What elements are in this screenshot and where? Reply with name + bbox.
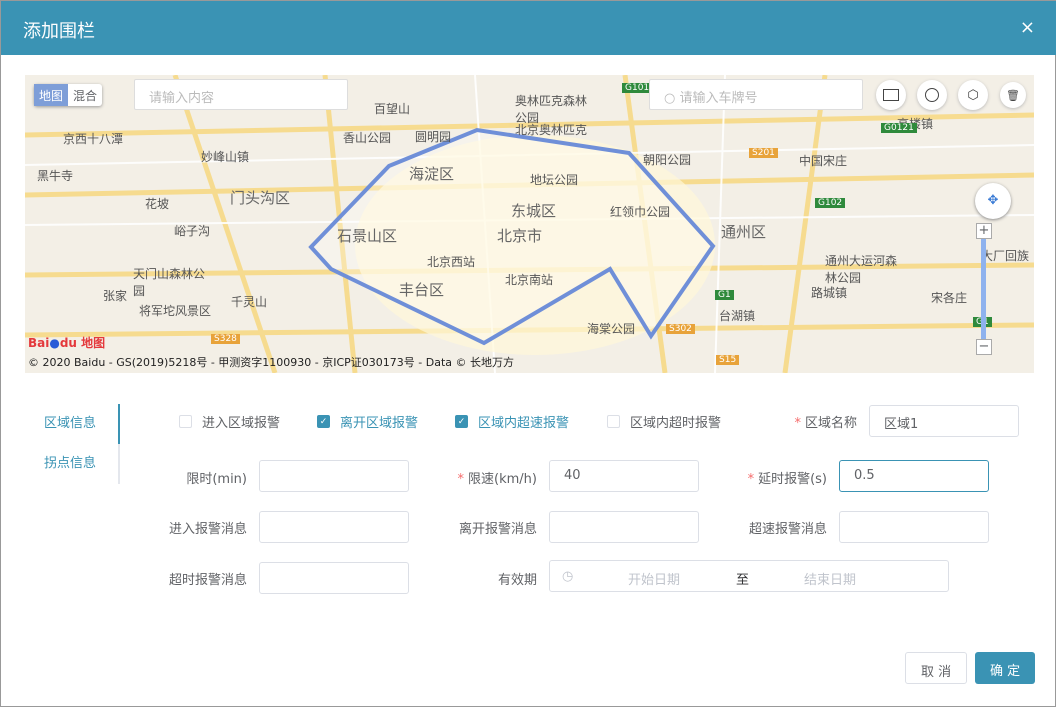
dialog-title: 添加围栏: [23, 21, 95, 42]
enter-msg-label: 进入报警消息: [168, 522, 247, 537]
zoom-slider[interactable]: [981, 239, 986, 339]
tab-corner-info[interactable]: 拐点信息: [25, 444, 121, 484]
map-place-label: 路城镇: [811, 286, 848, 300]
road-sign: S328: [211, 334, 240, 344]
speed-limit-label: * 限速(km/h): [457, 472, 537, 487]
valid-period-label: 有效期: [497, 573, 537, 588]
road-sign: S201: [749, 148, 778, 158]
time-limit-input[interactable]: [259, 460, 409, 492]
road-sign: S15: [716, 355, 740, 365]
dialog-header: 添加围栏 ×: [1, 1, 1056, 55]
tab-list: 区域信息 拐点信息: [25, 404, 121, 484]
polygon-tool-icon[interactable]: ⬡: [958, 80, 988, 110]
road-sign: G101: [622, 83, 653, 93]
map-place-label: 海棠公园: [587, 322, 636, 336]
pan-icon[interactable]: ✥: [975, 183, 1011, 219]
map-place-label: 妙峰山镇: [201, 150, 250, 164]
map-place-label: 朝阳公园: [643, 153, 692, 167]
map-place-label: 京西十八潭: [63, 132, 124, 146]
map-place-label: 石景山区: [337, 227, 398, 245]
rectangle-tool-icon[interactable]: [876, 80, 906, 110]
date-range-picker[interactable]: ◷ 开始日期 至 结束日期: [549, 560, 949, 592]
baidu-logo: Bai●du 地图: [28, 336, 106, 350]
map-place-label: 千灵山: [231, 295, 268, 309]
map[interactable]: 北京市 海淀区东城区石景山区丰台区 门头沟区通州区北京西站北京南站 百望山香山公园 圆明…: [25, 75, 1034, 373]
map-place-label: 通州区: [721, 223, 767, 241]
time-limit-label: 限时(min): [186, 472, 247, 487]
checkbox-overtime-alarm[interactable]: ✓区域内超时报警: [607, 412, 721, 431]
map-place-label: 丰台区: [399, 281, 445, 299]
speed-limit-input[interactable]: 40: [549, 460, 699, 492]
enter-msg-input[interactable]: [259, 511, 409, 543]
map-place-label: 北京西站: [427, 255, 476, 269]
leave-msg-label: 离开报警消息: [458, 522, 537, 537]
map-place-label: 北京奥林匹克: [515, 123, 588, 137]
road-sign: G0121: [881, 123, 917, 133]
map-place-label: 中国宋庄: [799, 154, 848, 168]
map-place-label: 花坡: [145, 197, 170, 211]
road-sign: G1: [715, 290, 734, 300]
speed-msg-input[interactable]: [839, 511, 989, 543]
road-sign: S302: [666, 324, 695, 334]
map-place-label: 台湖镇: [719, 309, 756, 323]
clock-icon: ◷: [562, 569, 574, 584]
map-place-label: 宋各庄: [931, 291, 968, 305]
checkbox-enter-alarm[interactable]: ✓进入区域报警: [179, 412, 280, 431]
map-place-label: 香山公园: [343, 131, 392, 145]
zoom-control[interactable]: ✥ + −: [975, 183, 1011, 355]
map-place-label: 天门山森林公园: [133, 267, 206, 298]
delay-alarm-input[interactable]: 0.5: [839, 460, 989, 492]
area-name-label: * 区域名称: [794, 416, 857, 431]
map-place-label: 将军坨风景区: [139, 304, 212, 318]
map-place-label: 张家: [103, 289, 128, 303]
trash-icon[interactable]: 🗑: [1000, 82, 1026, 108]
delay-alarm-label: * 延时报警(s): [747, 472, 827, 487]
map-type-mixed[interactable]: 混合: [68, 84, 102, 106]
tab-indicator: [118, 404, 120, 484]
map-place-label: 百望山: [374, 102, 411, 116]
map-search-input[interactable]: 请输入内容: [134, 79, 348, 110]
map-place-label: 峪子沟: [174, 224, 211, 238]
end-date[interactable]: 结束日期: [804, 569, 856, 588]
map-place-label: 圆明园: [415, 130, 452, 144]
area-name-input[interactable]: 区域1: [869, 405, 1019, 437]
map-place-label: 地坛公园: [530, 173, 579, 187]
timeout-msg-input[interactable]: [259, 562, 409, 594]
map-place-label: 东城区: [511, 202, 557, 220]
cancel-button[interactable]: 取 消: [905, 652, 968, 684]
speed-msg-label: 超速报警消息: [748, 522, 827, 537]
map-place-label: 海淀区: [409, 165, 455, 183]
map-type-switch[interactable]: 地图 混合: [34, 84, 103, 106]
close-icon[interactable]: ×: [1020, 17, 1035, 38]
map-place-label: 门头沟区: [230, 189, 291, 207]
start-date[interactable]: 开始日期: [628, 569, 680, 588]
map-type-map[interactable]: 地图: [34, 84, 69, 106]
circle-tool-icon[interactable]: [917, 80, 947, 110]
search-icon: ○: [664, 91, 680, 106]
zoom-in-icon[interactable]: +: [976, 223, 992, 239]
range-separator: 至: [736, 573, 750, 588]
checkbox-leave-alarm[interactable]: ✓ 离开区域报警: [317, 412, 418, 431]
map-place-label: 通州大运河森林公园: [825, 254, 898, 285]
map-place-label: 北京市: [497, 227, 543, 245]
map-place-label: 红领巾公园: [610, 205, 671, 219]
timeout-msg-label: 超时报警消息: [168, 573, 247, 588]
plate-search-input[interactable]: ○ 请输入车牌号: [649, 79, 863, 110]
zoom-out-icon[interactable]: −: [976, 339, 992, 355]
tab-area-info[interactable]: 区域信息: [25, 404, 121, 444]
map-place-label: 黑牛寺: [37, 169, 74, 183]
ok-button[interactable]: 确 定: [975, 652, 1036, 684]
road-sign: G102: [815, 198, 846, 208]
checkbox-overspeed-alarm[interactable]: ✓ 区域内超速报警: [455, 412, 569, 431]
leave-msg-input[interactable]: [549, 511, 699, 543]
map-place-label: 北京南站: [505, 273, 554, 287]
map-copyright: © 2020 Baidu - GS(2019)5218号 - 甲测资字11009…: [28, 356, 515, 369]
